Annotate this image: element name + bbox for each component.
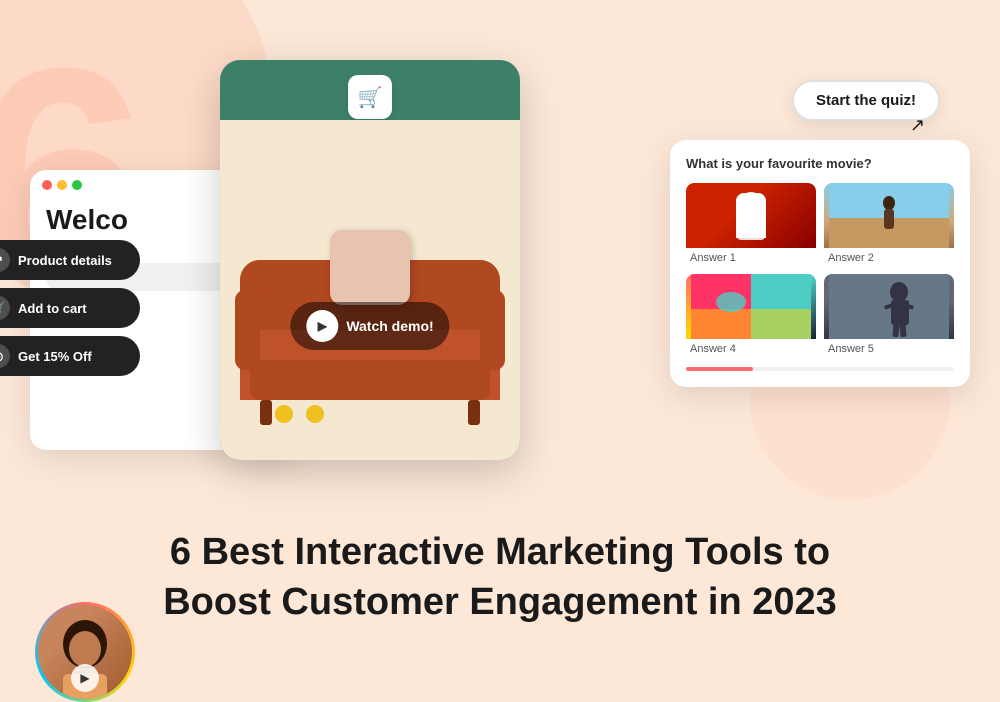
answer-item-5[interactable]: Answer 5 [824, 274, 954, 357]
sofa-pillow [330, 230, 410, 305]
avatar: ▶ [38, 605, 132, 699]
colorful-svg [686, 274, 816, 339]
discount-icon: ◎ [0, 344, 10, 368]
product-details-icon: ↗ [0, 248, 10, 272]
stormtrooper-svg [726, 188, 776, 243]
menu-item-add-to-cart[interactable]: 🛒 Add to cart [0, 288, 140, 328]
start-quiz-label: Start the quiz! [816, 92, 916, 109]
decoration-balls [275, 405, 329, 428]
avatar-play-button[interactable]: ▶ [71, 664, 99, 692]
sofa-card: 🛒 ▶ Watch demo! [220, 60, 520, 460]
cart-badge: 🛒 [348, 75, 392, 119]
answer-image-5 [824, 274, 954, 339]
desert-svg [824, 183, 954, 248]
cursor-icon: ↗ [910, 115, 925, 136]
heading-line-2: Boost Customer Engagement in 2023 [163, 581, 837, 623]
play-icon: ▶ [306, 310, 338, 342]
answer-label-1: Answer 1 [686, 248, 816, 266]
answer-label-5: Answer 5 [824, 339, 954, 357]
ball-1 [275, 405, 293, 423]
dot-yellow [57, 180, 67, 190]
menu-item-product-details[interactable]: ↗ Product details [0, 240, 140, 280]
heading-line-1: 6 Best Interactive Marketing Tools to [170, 531, 830, 573]
menu-item-discount[interactable]: ◎ Get 15% Off [0, 336, 140, 376]
menu-item-label: Add to cart [18, 301, 87, 316]
page-title: 6 Best Interactive Marketing Tools to Bo… [0, 528, 1000, 627]
quiz-card: What is your favourite movie? Answer 1 [670, 140, 970, 387]
answer-label-2: Answer 2 [824, 248, 954, 266]
sofa-seat [250, 360, 490, 400]
leg-left [260, 400, 272, 425]
answer-image-1 [686, 183, 816, 248]
answer-label-4: Answer 4 [686, 339, 816, 357]
ball-2 [306, 405, 324, 423]
sofa-arm-right [480, 290, 505, 370]
dot-green [72, 180, 82, 190]
cart-icon: 🛒 [0, 296, 10, 320]
watch-demo-label: Watch demo! [346, 318, 433, 334]
man-svg [824, 274, 954, 339]
menu-item-label: Get 15% Off [18, 349, 92, 364]
progress-fill [686, 367, 753, 371]
answer-image-2 [824, 183, 954, 248]
answer-image-4 [686, 274, 816, 339]
answer-item-1[interactable]: Answer 1 [686, 183, 816, 266]
answer-item-4[interactable]: Answer 4 [686, 274, 816, 357]
answer-item-2[interactable]: Answer 2 [824, 183, 954, 266]
leg-right [468, 400, 480, 425]
sofa-arm-left [235, 290, 260, 370]
dot-red [42, 180, 52, 190]
progress-bar [686, 367, 954, 371]
watch-demo-button[interactable]: ▶ Watch demo! [290, 302, 449, 350]
sidebar-menu: ↗ Product details 🛒 Add to cart ◎ Get 15… [0, 240, 140, 376]
avatar-ring: ▶ [35, 602, 135, 702]
answers-grid: Answer 1 Answer 2 [686, 183, 954, 357]
quiz-question: What is your favourite movie? [686, 156, 954, 171]
menu-item-label: Product details [18, 253, 112, 268]
